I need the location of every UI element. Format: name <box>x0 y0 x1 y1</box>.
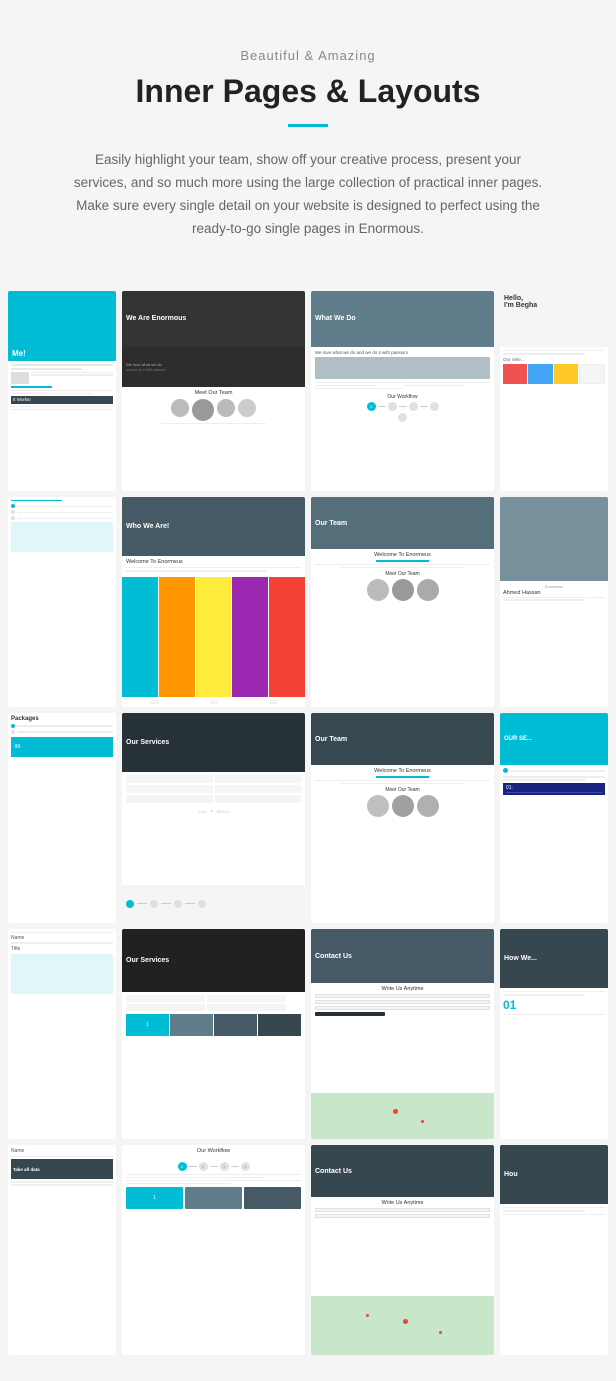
thumbnail-profile[interactable]: Name Title <box>8 929 116 1139</box>
thumbnail-our-services-dark-2[interactable]: Our Services 1 <box>122 929 305 1139</box>
thumbnail-what-we-do[interactable]: What We Do We love what we do and we do … <box>311 291 494 491</box>
grid-row-2: Who We Are! Welcome To Enormeus <box>8 497 608 707</box>
grid-row-5: Name Take all data Our Workflow 1 <box>8 1145 608 1355</box>
header-section: Beautiful & Amazing Inner Pages & Layout… <box>0 0 616 271</box>
thumbnail-contact-us[interactable]: Contact Us Write Us Anytime <box>311 929 494 1139</box>
thumbnail-our-services-dark[interactable]: Our Services Gully ✦ BINGO <box>122 713 305 923</box>
thumbnail-packages[interactable]: Packages ·90· <box>8 713 116 923</box>
thumbnail-our-team[interactable]: Our Team Welcome To Enormeus Meet Our Te… <box>311 713 494 923</box>
thumbnail-our-services-2[interactable]: OUR SE... 01. <box>500 713 608 923</box>
thumbnail-hou[interactable]: Hou <box>500 1145 608 1355</box>
thumbnail-our-team-col7[interactable]: Our Team Welcome To Enormeus Meet Our Te… <box>311 497 494 707</box>
thumbnail-testimonial[interactable]: Enormous Ahmed Hassan <box>500 497 608 707</box>
thumbnail-who-we-are[interactable]: Who We Are! Welcome To Enormeus <box>122 497 305 707</box>
header-divider <box>288 124 328 127</box>
header-description: Easily highlight your team, show off you… <box>68 149 548 241</box>
thumbnail-hello-me[interactable]: Me! It Works! <box>8 291 116 491</box>
thumbnail-our-workflow[interactable]: Our Workflow 1 2 3 4 <box>122 1145 305 1355</box>
grid-row-3: Packages ·90· <box>8 713 608 923</box>
thumbnail-hello-begha[interactable]: Hello, I'm Begha Our Sele... <box>500 291 608 491</box>
thumbnail-partial-left-5[interactable]: Name Take all data <box>8 1145 116 1355</box>
thumbnail-we-are-enormous[interactable]: We Are Enormous We love what we do and w… <box>122 291 305 491</box>
grid-section: Me! It Works! <box>0 271 616 1381</box>
grid-row-1: Me! It Works! <box>8 291 608 491</box>
thumbnail-how-we[interactable]: How We... 01 <box>500 929 608 1139</box>
thumbnail-services-list[interactable] <box>8 497 116 707</box>
header-subtitle: Beautiful & Amazing <box>60 48 556 63</box>
header-title: Inner Pages & Layouts <box>60 73 556 110</box>
thumbnail-contact-extended[interactable]: Contact Us Write Us Anytime <box>311 1145 494 1355</box>
grid-row-4: Name Title Our Services <box>8 929 608 1139</box>
